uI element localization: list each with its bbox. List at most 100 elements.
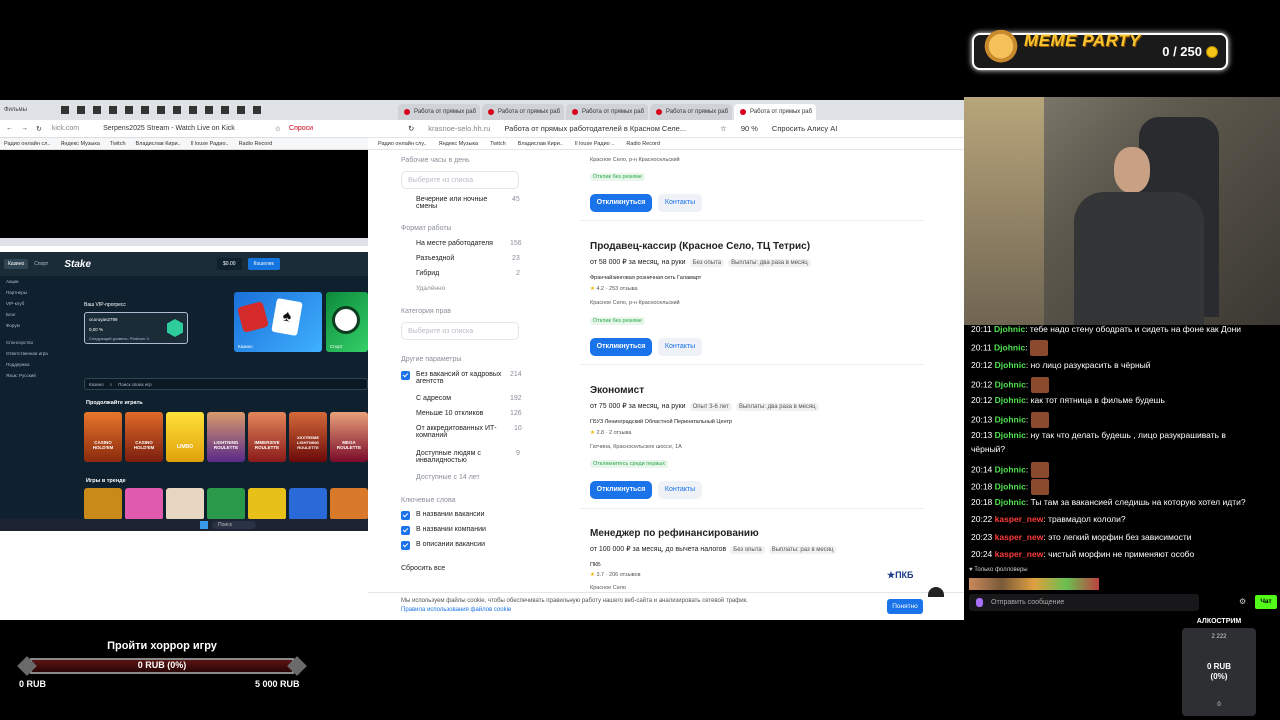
vacancy-reviews[interactable]: 2 отзыва bbox=[609, 430, 631, 436]
bookmark-item[interactable]: Il louse Радио.. bbox=[191, 141, 229, 147]
bookmark-icon[interactable]: ☆ bbox=[275, 125, 281, 133]
chat-username[interactable]: Djohnic bbox=[994, 342, 1025, 352]
stake-side-item[interactable]: Поддержка bbox=[0, 359, 78, 370]
stake-side-item[interactable]: Форум bbox=[0, 320, 78, 331]
filter-other-item[interactable]: Доступные с 14 лет bbox=[416, 474, 480, 481]
bookmark-item[interactable]: Twitch bbox=[110, 141, 126, 147]
chat-send-button[interactable]: Чат bbox=[1255, 595, 1277, 609]
left-address-bar[interactable]: ← → ↻ kick.com Serpens2025 Stream - Watc… bbox=[0, 120, 368, 138]
stake-search[interactable]: Казино ⌕ Поиск своих игр bbox=[84, 378, 368, 390]
bookmark-item[interactable]: Radio Record bbox=[239, 141, 273, 147]
trend-tile[interactable] bbox=[84, 488, 122, 520]
stake-side-item[interactable]: Ответственная игра bbox=[0, 348, 78, 359]
left-browser-tab[interactable]: Фильмы bbox=[4, 107, 27, 113]
filter-format-item[interactable]: Удалённо bbox=[416, 285, 445, 292]
hh-tab[interactable]: Работа от прямых раб bbox=[650, 104, 732, 120]
chat-username[interactable]: Djohnic bbox=[995, 481, 1026, 491]
hh-tab[interactable]: Работа от прямых раб bbox=[398, 104, 480, 120]
filter-format-item[interactable]: Разъездной bbox=[416, 255, 454, 262]
windows-start-icon[interactable] bbox=[200, 521, 208, 529]
scroll-top-icon[interactable] bbox=[928, 587, 944, 597]
vacancy-reviews[interactable]: 206 отзывов bbox=[609, 572, 640, 578]
game-tile[interactable]: LIMBO bbox=[166, 412, 204, 462]
hh-zoom[interactable]: 90 % bbox=[741, 124, 758, 133]
bookmark-item[interactable]: Владислав Кири.. bbox=[518, 141, 563, 147]
apply-button[interactable]: Откликнуться bbox=[590, 481, 652, 499]
trend-tile[interactable] bbox=[166, 488, 204, 520]
bookmark-item[interactable]: Радио онлайн сл.. bbox=[4, 141, 50, 147]
hh-tab[interactable]: Работа от прямых раб bbox=[482, 104, 564, 120]
hh-tab-active[interactable]: Работа от прямых раб bbox=[734, 104, 816, 120]
contacts-button[interactable]: Контакты bbox=[658, 338, 702, 356]
cookie-ok-button[interactable]: Понятно bbox=[887, 599, 923, 614]
filter-keyword-item[interactable]: В описании вакансии bbox=[416, 541, 485, 548]
game-tile[interactable]: MEGA ROULETTE bbox=[330, 412, 368, 462]
chat-username[interactable]: Djohnic bbox=[995, 414, 1026, 424]
chat-username[interactable]: Djohnic bbox=[995, 430, 1026, 440]
chat-username[interactable]: kasper_new bbox=[995, 549, 1044, 559]
hh-tab[interactable]: Работа от прямых раб bbox=[566, 104, 648, 120]
vacancy-company[interactable]: Франчайзинговая розничная сеть Галамарт bbox=[590, 275, 701, 281]
vacancy-reviews[interactable]: 253 отзыва bbox=[609, 286, 638, 292]
bookmark-item[interactable]: Il louse Радио .. bbox=[575, 141, 614, 147]
trend-tile[interactable] bbox=[125, 488, 163, 520]
chat-input[interactable]: Отправить сообщение bbox=[969, 594, 1199, 611]
filter-other-item[interactable]: Без вакансий от кадровых агентств bbox=[416, 371, 504, 385]
stake-logo[interactable]: Stake bbox=[64, 259, 91, 270]
vip-card[interactable]: ocoruyan2799 0,00 % Следующий уровень: P… bbox=[84, 312, 188, 344]
trend-tile[interactable] bbox=[289, 488, 327, 520]
bookmark-item[interactable]: Яндекс Музыка bbox=[439, 141, 478, 147]
trend-tile[interactable] bbox=[330, 488, 368, 520]
filter-format-item[interactable]: На месте работодателя bbox=[416, 240, 493, 247]
reload-icon[interactable]: ↻ bbox=[408, 124, 414, 133]
work-hours-select[interactable]: Выберите из списка bbox=[401, 171, 519, 189]
apply-button[interactable]: Откликнуться bbox=[590, 338, 652, 356]
gear-icon[interactable]: ⚙ bbox=[1239, 597, 1246, 606]
game-tile[interactable]: LIGHTNING ROULETTE bbox=[207, 412, 245, 462]
contacts-button[interactable]: Контакты bbox=[658, 194, 702, 212]
stake-side-item[interactable]: Партнеры bbox=[0, 287, 78, 298]
forward-icon[interactable]: → bbox=[21, 125, 28, 132]
game-tile[interactable]: XXXTREME LIGHTNING ROULETTE bbox=[289, 412, 327, 462]
chat-username[interactable]: Djohnic bbox=[995, 360, 1026, 370]
stake-side-item[interactable]: Спонсорство bbox=[0, 337, 78, 348]
contacts-button[interactable]: Контакты bbox=[658, 481, 702, 499]
vacancy-company[interactable]: ПКБ bbox=[590, 562, 601, 568]
promo-casino-card[interactable]: ♠ Казино bbox=[234, 292, 322, 352]
microphone-icon[interactable] bbox=[976, 598, 983, 607]
stake-wallet-button[interactable]: Кошелек bbox=[247, 258, 280, 270]
stake-balance[interactable]: $0.00 bbox=[217, 258, 242, 270]
filter-format-item[interactable]: Гибрид bbox=[416, 270, 439, 277]
rights-select[interactable]: Выберите из списка bbox=[401, 322, 519, 340]
game-tile[interactable]: CASINO HOLD'EM bbox=[84, 412, 122, 462]
checkbox-checked[interactable] bbox=[401, 526, 410, 535]
chat-username[interactable]: Djohnic bbox=[995, 379, 1026, 389]
bookmark-item[interactable]: Twitch bbox=[490, 141, 506, 147]
game-tile[interactable]: IMMERSIVE ROULETTE bbox=[248, 412, 286, 462]
bookmark-icon[interactable]: ☆ bbox=[720, 124, 727, 133]
left-url[interactable]: kick.com bbox=[52, 125, 79, 132]
checkbox-checked[interactable] bbox=[401, 371, 410, 380]
stake-side-item[interactable]: Акции bbox=[0, 276, 78, 287]
chat-username[interactable]: kasper_new bbox=[995, 514, 1044, 524]
reload-icon[interactable]: ↻ bbox=[36, 125, 42, 133]
reset-filters-link[interactable]: Сбросить все bbox=[401, 565, 445, 572]
bookmark-item[interactable]: Radio Record bbox=[626, 141, 660, 147]
hh-address-bar[interactable]: ↻ krasnoe-selo.hh.ru Работа от прямых ра… bbox=[368, 120, 964, 138]
checkbox-checked[interactable] bbox=[401, 541, 410, 550]
taskbar-search[interactable]: Поиск bbox=[212, 521, 256, 529]
filter-keyword-item[interactable]: В названии вакансии bbox=[416, 511, 485, 518]
stake-side-item[interactable]: VIP-клуб bbox=[0, 298, 78, 309]
hh-alice[interactable]: Спросить Алису AI bbox=[772, 124, 837, 133]
filter-evening[interactable]: Вечерние или ночные смены bbox=[416, 196, 506, 210]
emote-bar[interactable] bbox=[969, 578, 1099, 590]
filter-other-item[interactable]: От аккредитованных ИТ-компаний bbox=[416, 425, 506, 439]
vacancy-title[interactable]: Экономист bbox=[590, 385, 644, 396]
chat-username[interactable]: kasper_new bbox=[995, 532, 1044, 542]
filter-other-item[interactable]: Меньше 10 откликов bbox=[416, 410, 483, 417]
vacancy-title[interactable]: Продавец-кассир (Красное Село, ТЦ Тетрис… bbox=[590, 241, 810, 252]
filter-keyword-item[interactable]: В названии компании bbox=[416, 526, 486, 533]
chat-username[interactable]: Djohnic bbox=[995, 395, 1026, 405]
stake-tab-casino[interactable]: Казино bbox=[4, 259, 29, 269]
promo-sport-card[interactable]: Спорт bbox=[326, 292, 368, 352]
